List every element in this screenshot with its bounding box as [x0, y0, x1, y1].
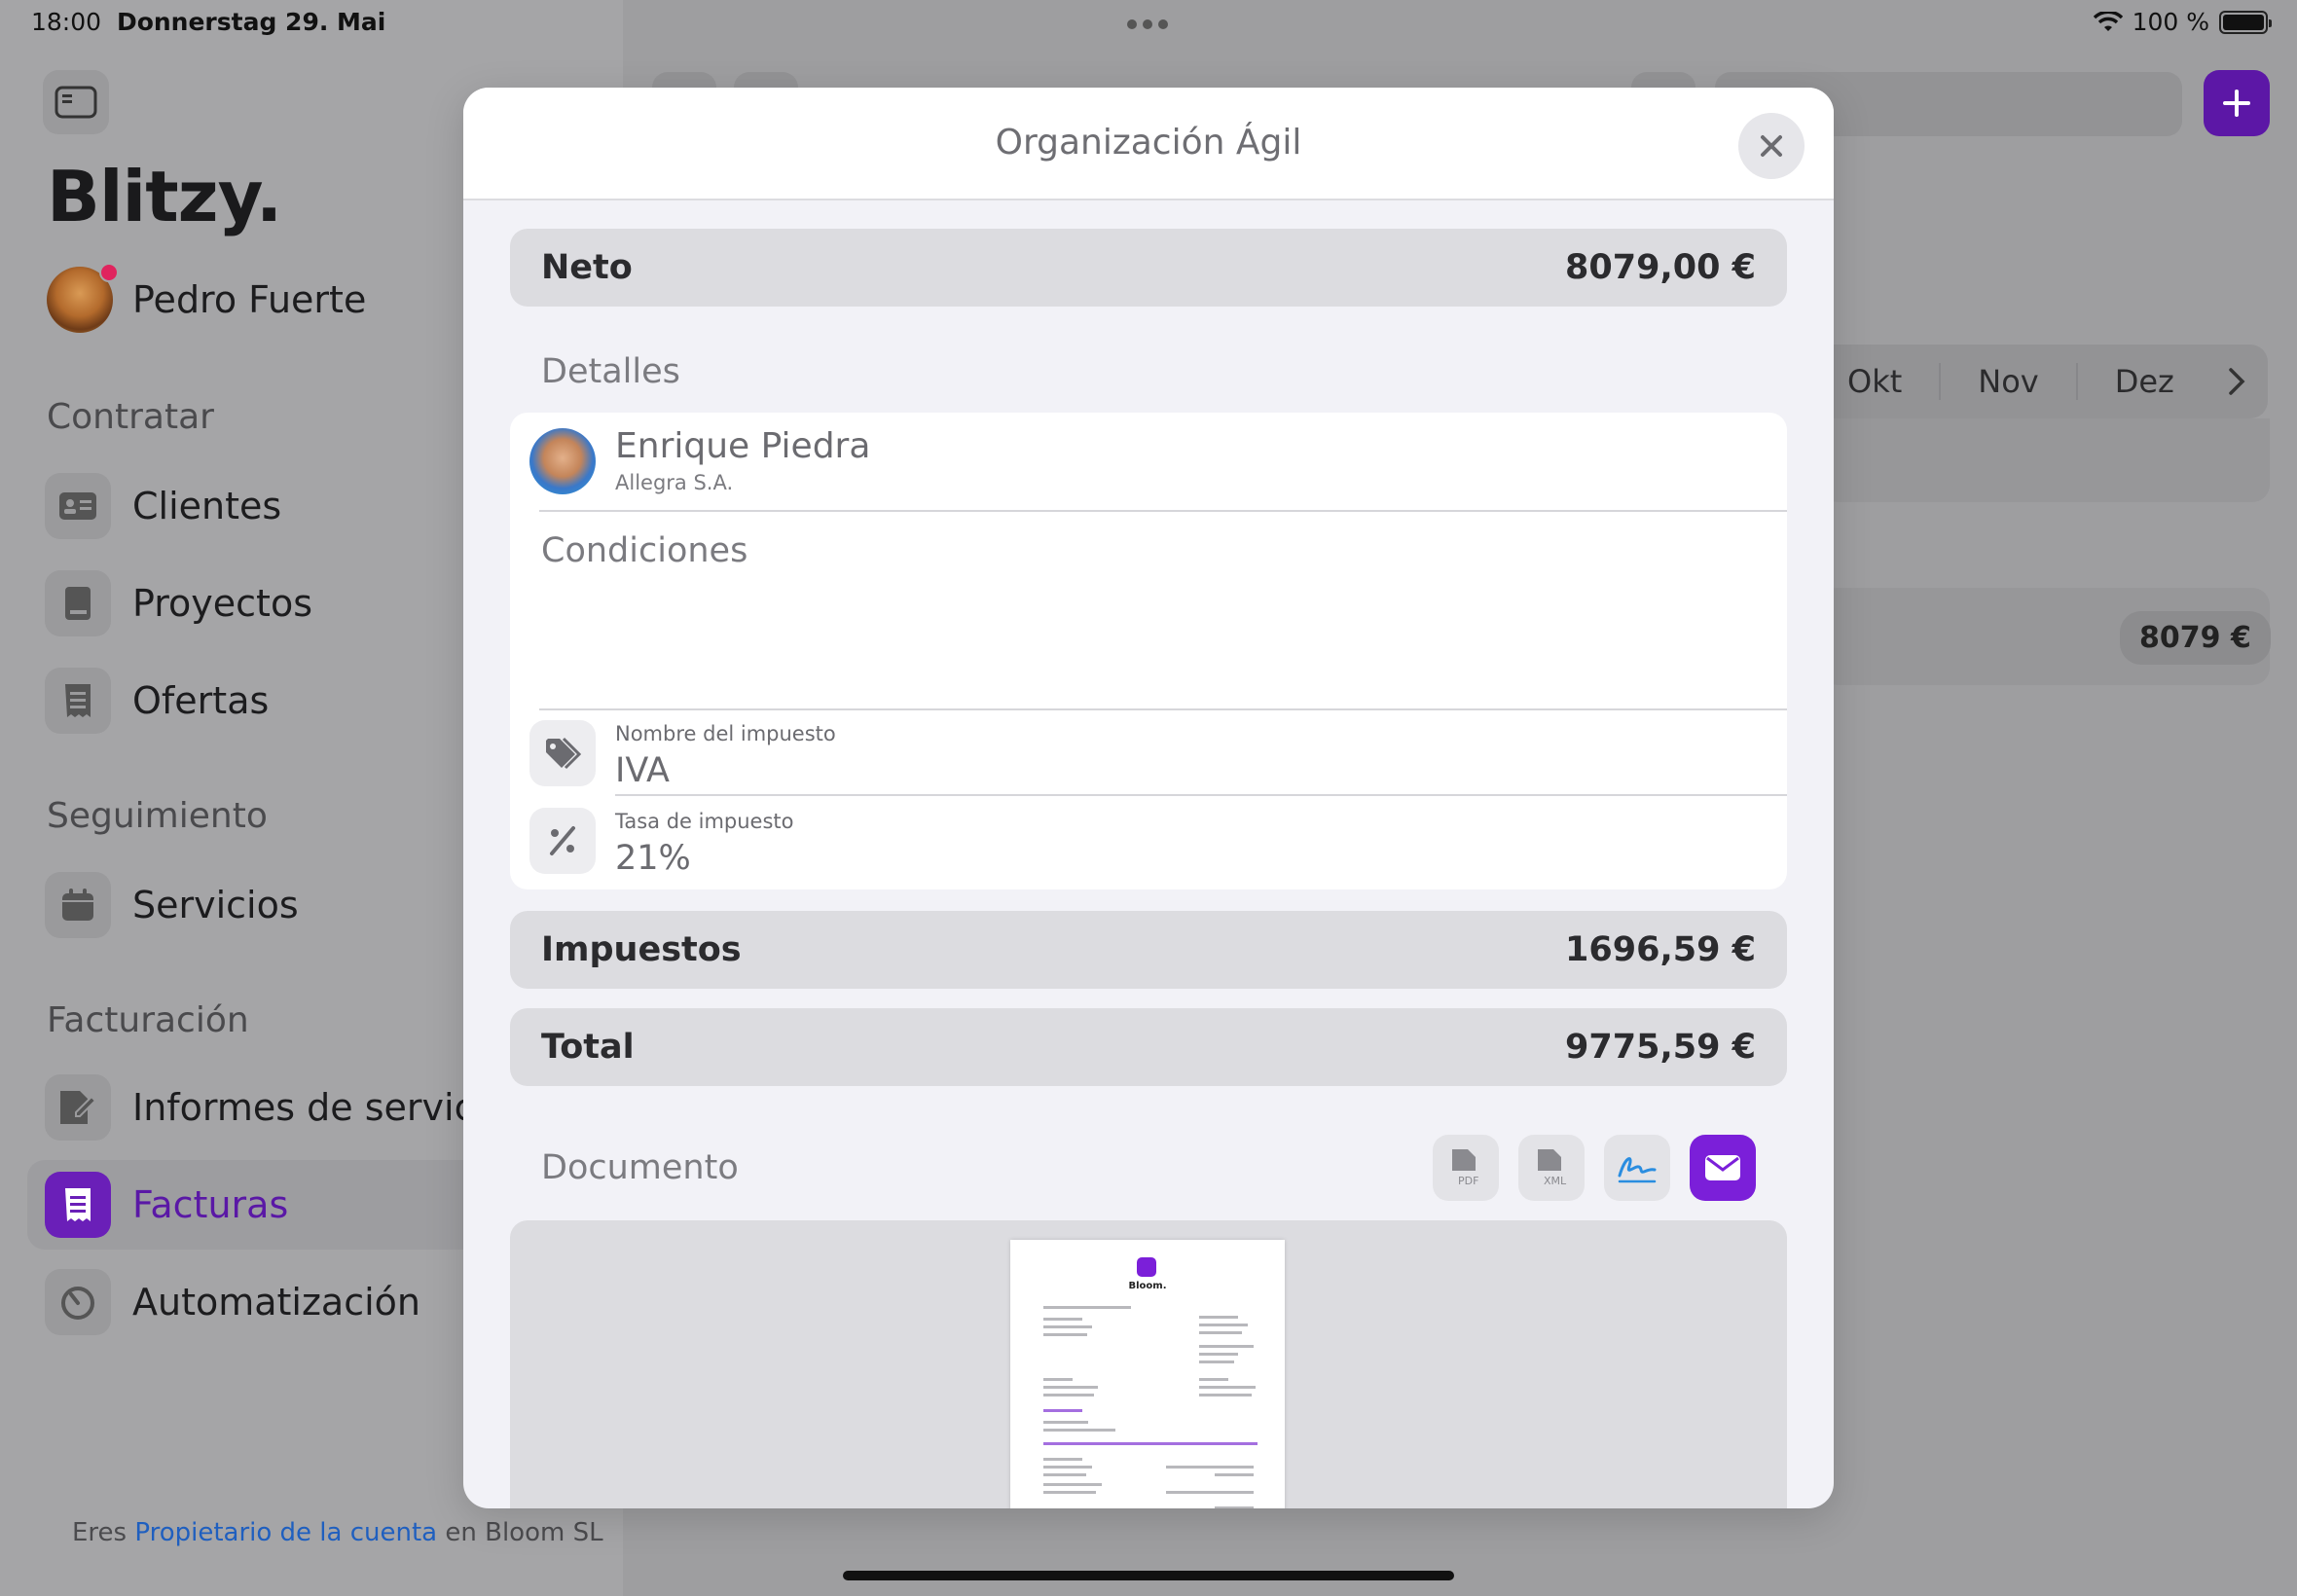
section-seguimiento: Seguimiento	[47, 796, 268, 836]
envelope-icon	[1705, 1155, 1740, 1180]
sidebar-icon	[55, 86, 97, 119]
user-name: Pedro Fuerte	[132, 278, 367, 321]
net-label: Neto	[541, 248, 633, 287]
book-icon	[45, 570, 111, 636]
bloom-logo-icon	[1137, 1257, 1156, 1277]
tag-icon	[529, 720, 596, 786]
signature-icon	[1618, 1157, 1657, 1183]
send-email-button[interactable]	[1690, 1135, 1756, 1201]
total-label: Total	[541, 1028, 635, 1067]
plus-icon	[2223, 90, 2250, 117]
sidebar-item-label: Servicios	[132, 884, 299, 926]
month-dez[interactable]: Dez	[2078, 363, 2211, 400]
tax-name-caption: Nombre del impuesto	[615, 722, 836, 745]
sidebar-toggle-button[interactable]	[43, 70, 109, 134]
sign-button[interactable]	[1604, 1135, 1670, 1201]
svg-text:PDF: PDF	[1458, 1175, 1478, 1187]
invoice-modal: Organización Ágil Neto 8079,00 € Detalle…	[463, 88, 1834, 1508]
modal-title: Organización Ágil	[995, 123, 1302, 163]
invoice-icon	[45, 1172, 111, 1238]
document-header: Documento	[541, 1148, 739, 1187]
document-signature-icon	[45, 1074, 111, 1141]
divider	[615, 794, 1787, 796]
net-value: 8079,00 €	[1565, 248, 1756, 287]
status-time: 18:00 Donnerstag 29. Mai	[31, 8, 386, 36]
contact-company: Allegra S.A.	[615, 471, 734, 494]
app-brand: Blitzy.	[47, 156, 282, 237]
contact-row[interactable]: Enrique Piedra Allegra S.A.	[510, 413, 1787, 510]
receipt-icon	[45, 668, 111, 734]
percent-icon	[529, 808, 596, 874]
total-value: 9775,59 €	[1565, 1028, 1756, 1067]
sidebar-item-label: Proyectos	[132, 582, 312, 625]
battery-icon	[2219, 10, 2272, 34]
calendar-icon	[45, 872, 111, 938]
battery-percent: 100 %	[2132, 8, 2209, 36]
invoice-page-thumbnail: Bloom.	[1010, 1240, 1285, 1508]
sidebar-item-label: Automatización	[132, 1281, 421, 1324]
month-panel	[1820, 418, 2270, 502]
contact-card-icon	[45, 473, 111, 539]
total-amount-row: Total 9775,59 €	[510, 1008, 1787, 1086]
status-right: 100 %	[2093, 8, 2272, 36]
details-card: Enrique Piedra Allegra S.A. Condiciones …	[510, 413, 1787, 889]
account-footer: Eres Propietario de la cuenta en Bloom S…	[72, 1518, 603, 1547]
sidebar-item-label: Ofertas	[132, 679, 270, 722]
divider	[539, 510, 1787, 512]
account-owner-link[interactable]: Propietario de la cuenta	[134, 1518, 437, 1547]
divider	[539, 708, 1787, 710]
sidebar-item-label: Informes de servicio	[132, 1086, 508, 1129]
user-profile[interactable]: Pedro Fuerte	[47, 263, 367, 333]
chevron-right-icon[interactable]	[2227, 366, 2248, 397]
contact-avatar	[529, 428, 596, 494]
details-header: Detalles	[541, 352, 680, 391]
conditions-textarea[interactable]: Condiciones	[541, 531, 747, 570]
close-icon	[1761, 135, 1782, 157]
pdf-file-icon: PDF	[1452, 1149, 1478, 1187]
tax-label: Impuestos	[541, 930, 742, 969]
contact-name: Enrique Piedra	[615, 426, 871, 466]
close-button[interactable]	[1738, 113, 1805, 179]
modal-header: Organización Ágil	[463, 88, 1834, 200]
wifi-icon	[2093, 11, 2123, 31]
tax-rate-field[interactable]: 21%	[615, 839, 691, 878]
section-facturacion: Facturación	[47, 1000, 249, 1040]
tax-amount-row: Impuestos 1696,59 €	[510, 911, 1787, 989]
document-toolbar: PDF XML	[1433, 1135, 1756, 1201]
multitasking-dots[interactable]	[1127, 19, 1168, 29]
tax-name-field[interactable]: IVA	[615, 751, 670, 790]
xml-file-icon: XML	[1538, 1149, 1567, 1187]
month-nov[interactable]: Nov	[1941, 363, 2078, 400]
net-amount-row: Neto 8079,00 €	[510, 229, 1787, 307]
timer-icon	[45, 1269, 111, 1335]
avatar	[47, 263, 119, 333]
home-indicator[interactable]	[843, 1571, 1454, 1580]
svg-text:XML: XML	[1544, 1175, 1567, 1187]
status-bar: 18:00 Donnerstag 29. Mai 100 %	[0, 0, 2297, 47]
add-invoice-button[interactable]	[2204, 70, 2270, 136]
amount-pill: 8079 €	[2120, 611, 2271, 665]
section-contratar: Contratar	[47, 397, 214, 437]
month-selector[interactable]: Okt Nov Dez	[1810, 345, 2268, 418]
export-xml-button[interactable]: XML	[1518, 1135, 1585, 1201]
export-pdf-button[interactable]: PDF	[1433, 1135, 1499, 1201]
sidebar-item-label: Clientes	[132, 485, 282, 527]
sidebar-item-label: Facturas	[132, 1183, 289, 1226]
document-preview[interactable]: Bloom.	[510, 1220, 1787, 1508]
preview-brand: Bloom.	[1128, 1281, 1167, 1291]
tax-value: 1696,59 €	[1565, 930, 1756, 969]
tax-rate-caption: Tasa de impuesto	[615, 810, 794, 833]
